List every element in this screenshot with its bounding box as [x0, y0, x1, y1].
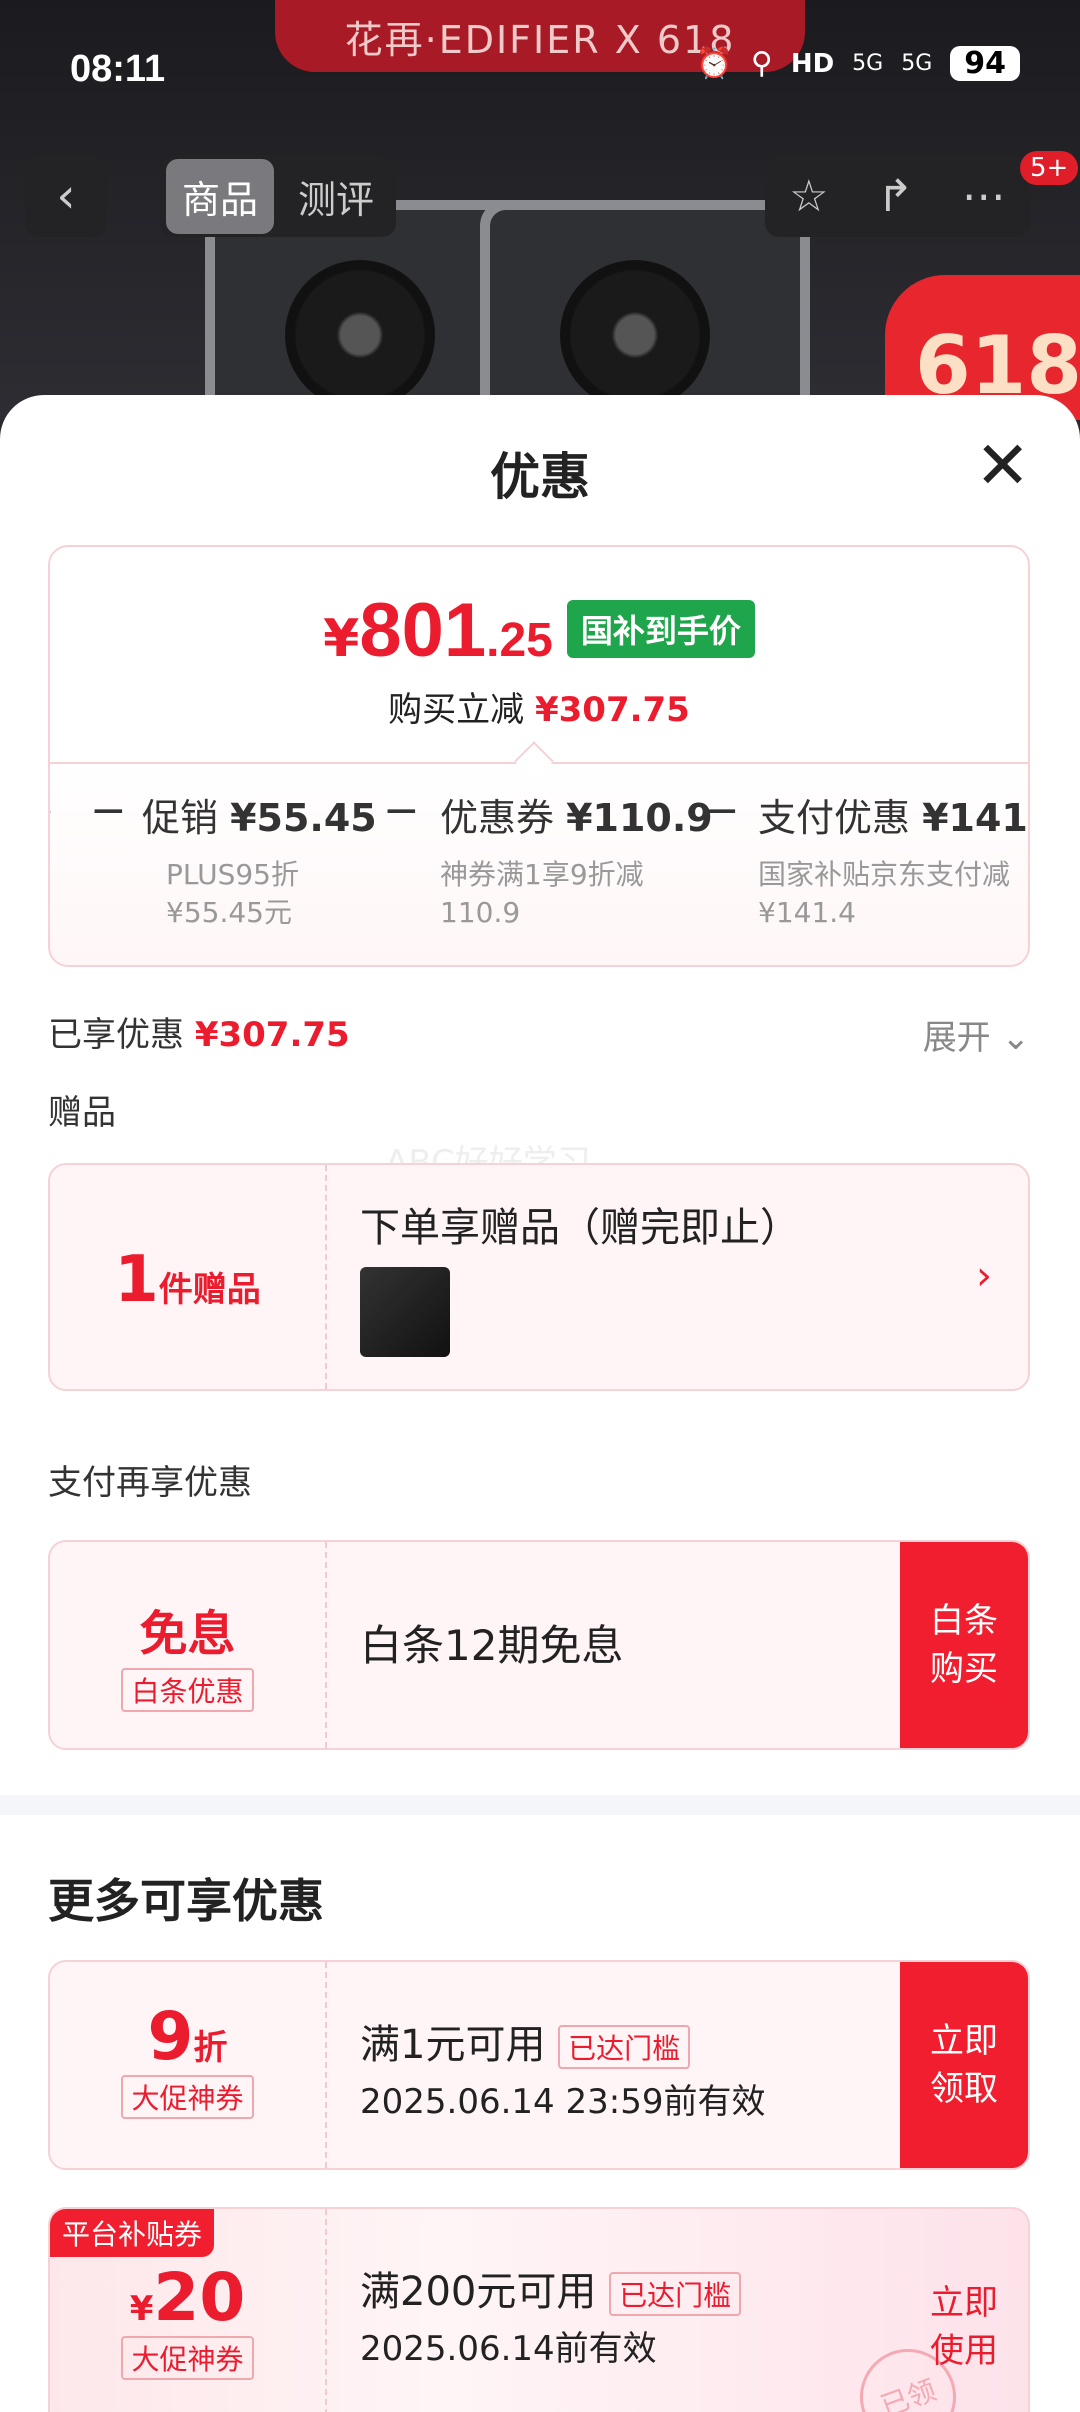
- discount-sheet: 优惠 ✕ ¥801.25国补到手价 购买立减 ¥307.75 › − 促销 ¥5…: [0, 395, 1080, 2412]
- alarm-icon: ⏰: [695, 46, 733, 81]
- gift-title: 下单享赠品（赠完即止）: [360, 1205, 800, 1251]
- use-coupon-button[interactable]: 立即使用: [900, 2209, 1028, 2412]
- gift-card[interactable]: 1件赠品 下单享赠品（赠完即止） ›: [48, 1163, 1030, 1391]
- tab-product[interactable]: 商品: [166, 158, 275, 234]
- subsidy-price-tag: 国补到手价: [566, 600, 755, 658]
- chevron-right-icon: ›: [976, 1253, 992, 1299]
- coupon-card-2[interactable]: 平台补贴券 ¥20 大促神券 满200元可用 已达门槛 2025.06.14前有…: [48, 2207, 1030, 2412]
- breakdown-payment[interactable]: 支付优惠 ¥141.4 国家补贴京东支付减 ¥141.4: [758, 787, 1028, 932]
- coupon-card-1[interactable]: 9折 大促神券 满1元可用 已达门槛 2025.06.14 23:59前有效 立…: [48, 1960, 1030, 2170]
- signal-icon-2: 5G: [901, 51, 933, 76]
- baitiao-buy-button[interactable]: 白条购买: [900, 1542, 1028, 1748]
- gift-section-title: 赠品: [48, 1093, 116, 1133]
- gift-count: 1: [114, 1243, 159, 1317]
- action-group: ☆ ↱ ⋯: [765, 155, 1030, 237]
- share-icon[interactable]: ↱: [877, 171, 914, 222]
- top-nav: ‹ 商品 测评 ☆ ↱ ⋯ 5+: [0, 151, 1080, 245]
- claim-coupon-button[interactable]: 立即领取: [900, 1962, 1028, 2168]
- message-badge: 5+: [1020, 151, 1079, 185]
- battery-icon: 94: [950, 46, 1020, 81]
- signal-icon: 5G: [852, 51, 884, 76]
- reduce-line: 购买立减 ¥307.75: [388, 690, 690, 730]
- price-summary-card: ¥801.25国补到手价 购买立减 ¥307.75 › − 促销 ¥55.45 …: [48, 545, 1030, 967]
- location-icon: ⚲: [750, 46, 773, 81]
- baitiao-card[interactable]: 免息 白条优惠 白条12期免息 白条购买: [48, 1540, 1030, 1750]
- chevron-down-icon: ⌄: [1001, 1018, 1031, 1058]
- breakdown-promo[interactable]: 促销 ¥55.45 PLUS95折 ¥55.45元: [142, 787, 377, 932]
- enjoyed-discount: 已享优惠 ¥307.75: [48, 1015, 350, 1055]
- expand-button[interactable]: 展开 ⌄: [923, 1010, 1030, 1059]
- final-price: ¥801.25 国补到手价: [50, 587, 1028, 674]
- hd-icon: HD: [790, 48, 835, 79]
- sheet-title: 优惠: [490, 448, 590, 506]
- back-button[interactable]: ‹: [25, 155, 107, 237]
- baitiao-text: 白条12期免息: [360, 1621, 624, 1670]
- tab-switcher: 商品 测评: [160, 155, 397, 237]
- more-section-title: 更多可享优惠: [48, 1874, 324, 1928]
- status-icons: ⏰ ⚲ HD 5G 5G 94: [695, 46, 1020, 81]
- gift-thumbnail: [360, 1267, 450, 1357]
- breakdown-coupon[interactable]: 优惠券 ¥110.9 神券满1享9折减 110.9: [440, 787, 713, 932]
- status-time: 08:11: [70, 48, 166, 90]
- star-icon[interactable]: ☆: [789, 171, 828, 222]
- more-icon[interactable]: ⋯: [962, 171, 1006, 222]
- tab-review[interactable]: 测评: [282, 159, 390, 234]
- pay-section-title: 支付再享优惠: [48, 1463, 252, 1503]
- status-bar: 08:11 ⏰ ⚲ HD 5G 5G 94: [0, 0, 1080, 140]
- close-icon[interactable]: ✕: [975, 427, 1030, 504]
